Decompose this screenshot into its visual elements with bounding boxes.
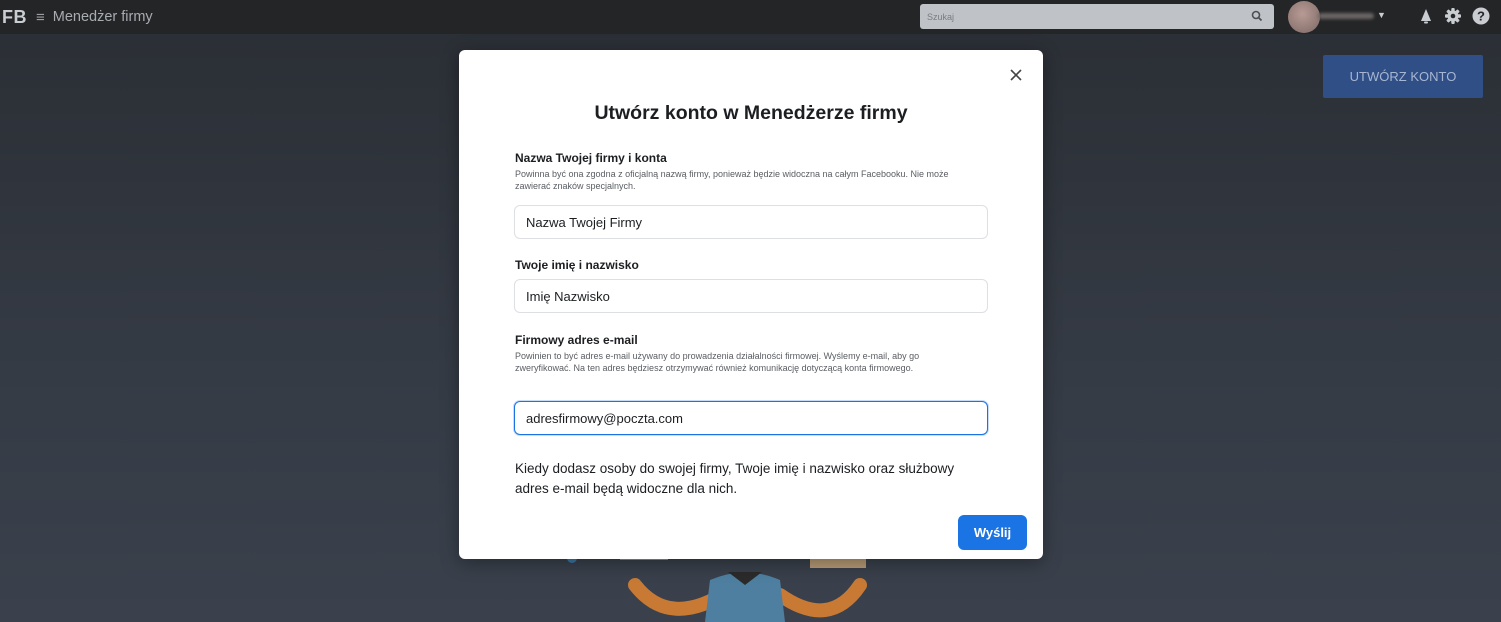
business-name-label: Nazwa Twojej firmy i konta — [515, 151, 667, 165]
avatar[interactable] — [1288, 1, 1320, 33]
app-title[interactable]: Menedżer firmy — [53, 9, 153, 25]
account-name-blurred[interactable] — [1318, 13, 1374, 19]
dialog-title: Utwórz konto w Menedżerze firmy — [594, 102, 908, 124]
business-name-field[interactable] — [514, 205, 988, 239]
create-account-button[interactable]: UTWÓRZ KONTO — [1323, 55, 1483, 98]
app-logo[interactable]: FB — [2, 7, 27, 28]
top-bar: FB ≡ Menedżer firmy ▼ ? — [0, 0, 1501, 34]
full-name-label: Twoje imię i nazwisko — [515, 258, 639, 272]
business-name-help: Powinna być ona zgodna z oficjalną nazwą… — [515, 169, 949, 191]
help-icon[interactable]: ? — [1471, 6, 1491, 26]
business-email-label: Firmowy adres e-mail — [515, 333, 638, 347]
business-email-help: Powinien to być adres e-mail używany do … — [515, 351, 920, 373]
full-name-field[interactable] — [514, 279, 988, 313]
svg-text:?: ? — [1477, 9, 1485, 24]
business-email-field[interactable] — [514, 401, 988, 435]
search-box[interactable] — [920, 4, 1274, 29]
visibility-info-text: Kiedy dodasz osoby do swojej firmy, Twoj… — [515, 461, 955, 496]
chevron-down-icon[interactable]: ▼ — [1377, 10, 1386, 20]
close-icon[interactable] — [1007, 66, 1025, 84]
create-account-dialog: Utwórz konto w Menedżerze firmy Nazwa Tw… — [459, 50, 1043, 559]
submit-button[interactable]: Wyślij — [958, 515, 1027, 550]
search-input[interactable] — [920, 4, 1274, 29]
search-icon[interactable] — [1250, 9, 1264, 23]
hamburger-icon[interactable]: ≡ — [36, 9, 45, 26]
gear-icon[interactable] — [1443, 6, 1463, 26]
bell-icon[interactable] — [1416, 6, 1436, 26]
